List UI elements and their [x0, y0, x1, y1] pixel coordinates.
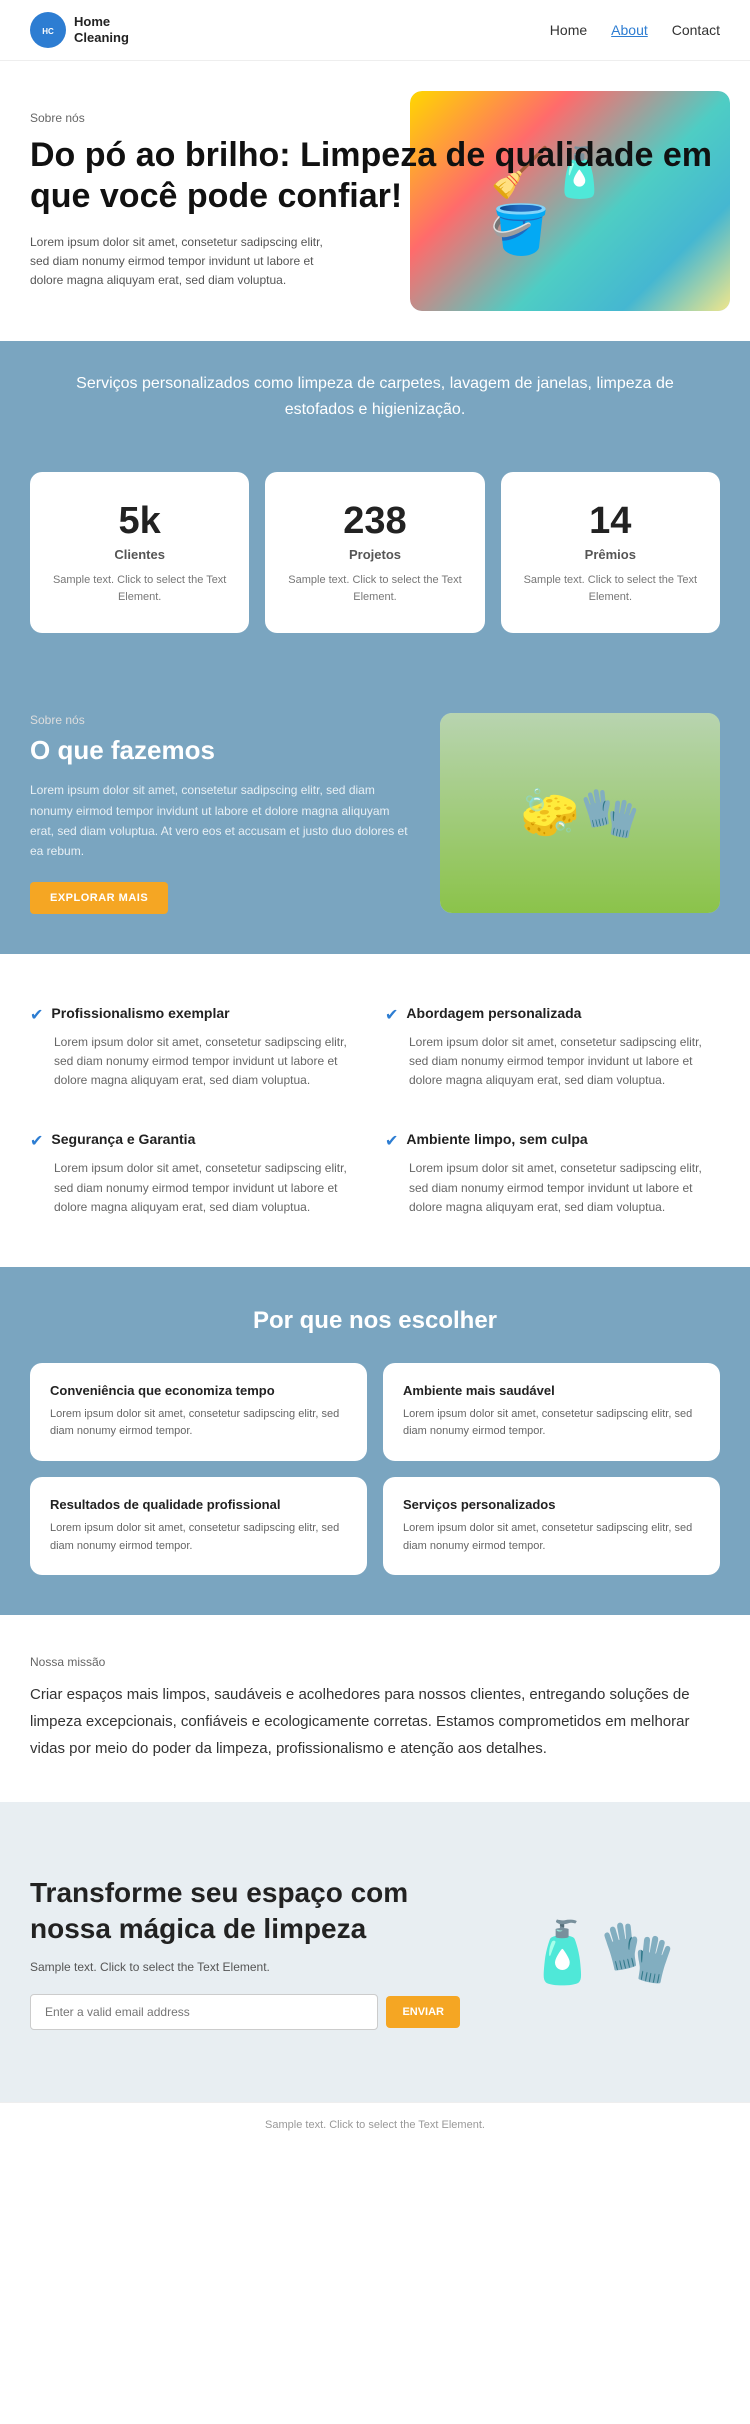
stat-label-projects: Projetos — [285, 547, 464, 562]
cta-subtitle: Sample text. Click to select the Text El… — [30, 1960, 460, 1974]
about-description: Lorem ipsum dolor sit amet, consetetur s… — [30, 780, 410, 862]
check-icon-personalized: ✔ — [385, 1005, 398, 1025]
hero-content: Sobre nós Do pó ao brilho: Limpeza de qu… — [30, 111, 720, 290]
feature-title-row-3: ✔ Segurança e Garantia — [30, 1130, 365, 1151]
logo-text: Home Cleaning — [74, 14, 129, 45]
check-icon-security: ✔ — [30, 1131, 43, 1151]
feature-title-professionalism: Profissionalismo exemplar — [51, 1004, 229, 1022]
features-grid: ✔ Profissionalismo exemplar Lorem ipsum … — [30, 994, 720, 1227]
about-image — [440, 713, 720, 913]
stat-desc-awards: Sample text. Click to select the Text El… — [521, 572, 700, 605]
submit-button[interactable]: ENVIAR — [386, 1996, 460, 2028]
feature-item-security: ✔ Segurança e Garantia Lorem ipsum dolor… — [30, 1120, 365, 1227]
stat-card-projects: 238 Projetos Sample text. Click to selec… — [265, 472, 484, 633]
why-card-title-quality: Resultados de qualidade profissional — [50, 1497, 347, 1512]
hero-title: Do pó ao brilho: Limpeza de qualidade em… — [30, 135, 720, 217]
logo: HC Home Cleaning — [30, 12, 129, 48]
nav-links: Home About Contact — [550, 22, 720, 38]
explore-more-button[interactable]: EXPLORAR MAIS — [30, 882, 168, 914]
stat-label-clients: Clientes — [50, 547, 229, 562]
logo-icon: HC — [30, 12, 66, 48]
stats-grid: 5k Clientes Sample text. Click to select… — [30, 472, 720, 633]
stat-desc-clients: Sample text. Click to select the Text El… — [50, 572, 229, 605]
cta-content: Transforme seu espaço com nossa mágica d… — [30, 1875, 460, 2030]
feature-title-personalized: Abordagem personalizada — [406, 1004, 581, 1022]
feature-title-row-4: ✔ Ambiente limpo, sem culpa — [385, 1130, 720, 1151]
hero-section: Sobre nós Do pó ao brilho: Limpeza de qu… — [0, 61, 750, 341]
why-card-title-services: Serviços personalizados — [403, 1497, 700, 1512]
services-banner-text: Serviços personalizados como limpeza de … — [60, 371, 690, 422]
about-content: Sobre nós O que fazemos Lorem ipsum dolo… — [30, 713, 410, 914]
cta-form: ENVIAR — [30, 1994, 460, 2030]
services-banner: Serviços personalizados como limpeza de … — [0, 341, 750, 452]
why-card-services: Serviços personalizados Lorem ipsum dolo… — [383, 1477, 720, 1575]
why-card-desc-convenience: Lorem ipsum dolor sit amet, consetetur s… — [50, 1406, 347, 1441]
feature-title-security: Segurança e Garantia — [51, 1130, 195, 1148]
why-card-quality: Resultados de qualidade profissional Lor… — [30, 1477, 367, 1575]
about-label: Sobre nós — [30, 713, 410, 727]
mission-label: Nossa missão — [30, 1655, 720, 1669]
nav-link-about[interactable]: About — [611, 22, 648, 38]
stat-number-awards: 14 — [521, 500, 700, 543]
nav-link-home[interactable]: Home — [550, 22, 587, 38]
stat-label-awards: Prêmios — [521, 547, 700, 562]
features-section: ✔ Profissionalismo exemplar Lorem ipsum … — [0, 954, 750, 1267]
why-title: Por que nos escolher — [30, 1307, 720, 1335]
about-title: O que fazemos — [30, 735, 410, 766]
feature-desc-environment: Lorem ipsum dolor sit amet, consetetur s… — [385, 1159, 720, 1217]
why-card-healthy: Ambiente mais saudável Lorem ipsum dolor… — [383, 1363, 720, 1461]
feature-desc-professionalism: Lorem ipsum dolor sit amet, consetetur s… — [30, 1033, 365, 1091]
svg-text:HC: HC — [42, 27, 54, 36]
cta-image-placeholder — [480, 1842, 720, 2062]
why-card-title-healthy: Ambiente mais saudável — [403, 1383, 700, 1398]
why-card-desc-healthy: Lorem ipsum dolor sit amet, consetetur s… — [403, 1406, 700, 1441]
cta-title: Transforme seu espaço com nossa mágica d… — [30, 1875, 460, 1948]
why-section: Por que nos escolher Conveniência que ec… — [0, 1267, 750, 1615]
about-section: Sobre nós O que fazemos Lorem ipsum dolo… — [0, 673, 750, 954]
check-icon-professionalism: ✔ — [30, 1005, 43, 1025]
check-icon-environment: ✔ — [385, 1131, 398, 1151]
about-image-placeholder — [440, 713, 720, 913]
feature-item-environment: ✔ Ambiente limpo, sem culpa Lorem ipsum … — [385, 1120, 720, 1227]
navigation: HC Home Cleaning Home About Contact — [0, 0, 750, 61]
feature-title-row: ✔ Profissionalismo exemplar — [30, 1004, 365, 1025]
feature-desc-security: Lorem ipsum dolor sit amet, consetetur s… — [30, 1159, 365, 1217]
hero-description: Lorem ipsum dolor sit amet, consetetur s… — [30, 233, 330, 291]
feature-title-environment: Ambiente limpo, sem culpa — [406, 1130, 587, 1148]
stat-card-awards: 14 Prêmios Sample text. Click to select … — [501, 472, 720, 633]
stat-number-projects: 238 — [285, 500, 464, 543]
hero-label: Sobre nós — [30, 111, 720, 125]
why-card-title-convenience: Conveniência que economiza tempo — [50, 1383, 347, 1398]
mission-section: Nossa missão Criar espaços mais limpos, … — [0, 1615, 750, 1802]
nav-link-contact[interactable]: Contact — [672, 22, 720, 38]
stat-card-clients: 5k Clientes Sample text. Click to select… — [30, 472, 249, 633]
feature-item-personalized: ✔ Abordagem personalizada Lorem ipsum do… — [385, 994, 720, 1101]
why-card-convenience: Conveniência que economiza tempo Lorem i… — [30, 1363, 367, 1461]
cta-section: Transforme seu espaço com nossa mágica d… — [0, 1802, 750, 2102]
feature-desc-personalized: Lorem ipsum dolor sit amet, consetetur s… — [385, 1033, 720, 1091]
stats-section: 5k Clientes Sample text. Click to select… — [0, 452, 750, 673]
footer: Sample text. Click to select the Text El… — [0, 2102, 750, 2147]
feature-title-row-2: ✔ Abordagem personalizada — [385, 1004, 720, 1025]
cta-image — [480, 1842, 720, 2062]
why-card-desc-services: Lorem ipsum dolor sit amet, consetetur s… — [403, 1520, 700, 1555]
why-grid: Conveniência que economiza tempo Lorem i… — [30, 1363, 720, 1575]
email-input[interactable] — [30, 1994, 378, 2030]
stat-number-clients: 5k — [50, 500, 229, 543]
mission-text: Criar espaços mais limpos, saudáveis e a… — [30, 1681, 720, 1762]
stat-desc-projects: Sample text. Click to select the Text El… — [285, 572, 464, 605]
why-card-desc-quality: Lorem ipsum dolor sit amet, consetetur s… — [50, 1520, 347, 1555]
footer-sample-text: Sample text. Click to select the Text El… — [30, 2119, 720, 2131]
feature-item-professionalism: ✔ Profissionalismo exemplar Lorem ipsum … — [30, 994, 365, 1101]
